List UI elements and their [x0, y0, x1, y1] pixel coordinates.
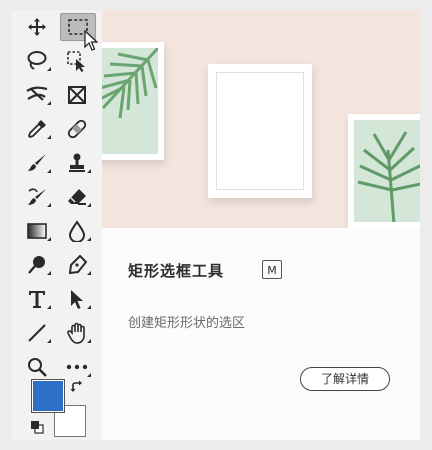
crop-tool[interactable] — [20, 81, 54, 109]
magnifier-icon — [28, 358, 47, 377]
flyout-indicator-icon — [47, 67, 51, 71]
stamp-icon — [69, 153, 85, 172]
frame-icon — [68, 86, 86, 104]
history-brush-tool[interactable] — [20, 183, 54, 211]
flyout-indicator-icon — [87, 373, 91, 377]
object-selection-icon — [67, 51, 85, 72]
dodge-icon — [28, 256, 45, 274]
flyout-indicator-icon — [47, 135, 51, 139]
eraser-icon — [68, 189, 86, 205]
clone-stamp-tool[interactable] — [60, 149, 94, 177]
tooltip-tool-name: 矩形选框工具 — [128, 262, 225, 280]
palm-leaf-icon — [102, 48, 158, 119]
type-tool[interactable] — [20, 285, 54, 313]
color-swatches — [26, 380, 96, 442]
swap-colors-icon[interactable] — [70, 380, 84, 394]
flyout-indicator-icon — [87, 305, 91, 309]
lasso-tool[interactable] — [20, 47, 54, 75]
move-icon — [28, 18, 46, 36]
eraser-tool[interactable] — [60, 183, 94, 211]
arrow-icon — [71, 290, 83, 309]
hand-icon — [67, 322, 85, 344]
flyout-indicator-icon — [87, 169, 91, 173]
tool-illustration — [102, 10, 420, 228]
eyedropper-icon — [27, 120, 46, 139]
pen-tool[interactable] — [60, 251, 94, 279]
flyout-indicator-icon — [47, 203, 51, 207]
foreground-color-swatch[interactable] — [32, 380, 64, 412]
flyout-indicator-icon — [47, 169, 51, 173]
flyout-indicator-icon — [47, 101, 51, 105]
eyedropper-tool[interactable] — [20, 115, 54, 143]
flyout-indicator-icon — [87, 339, 91, 343]
move-tool[interactable] — [20, 13, 54, 41]
type-icon — [29, 291, 45, 308]
brush-tool[interactable] — [20, 149, 54, 177]
line-icon — [28, 324, 46, 342]
picture-frame-right — [348, 114, 420, 228]
learn-more-button[interactable]: 了解详情 — [300, 367, 390, 391]
crop-icon — [26, 86, 48, 101]
brush-icon — [28, 154, 46, 171]
healing-brush-tool[interactable] — [60, 115, 94, 143]
default-colors-icon[interactable] — [30, 420, 44, 434]
lasso-icon — [27, 51, 47, 70]
flyout-indicator-icon — [47, 271, 51, 275]
history-brush-icon — [28, 188, 46, 205]
gradient-tool[interactable] — [20, 217, 54, 245]
hand-tool[interactable] — [60, 319, 94, 347]
blur-tool[interactable] — [60, 217, 94, 245]
more-tools-button[interactable] — [60, 353, 94, 381]
picture-frame-center — [208, 64, 312, 198]
frame-tool[interactable] — [60, 81, 94, 109]
mouse-cursor-icon — [84, 30, 98, 51]
picture-frame-left — [102, 42, 164, 160]
gradient-icon — [27, 223, 47, 239]
dodge-tool[interactable] — [20, 251, 54, 279]
flyout-indicator-icon — [87, 271, 91, 275]
line-tool[interactable] — [20, 319, 54, 347]
drop-icon — [68, 220, 86, 242]
flyout-indicator-icon — [87, 203, 91, 207]
flyout-indicator-icon — [87, 237, 91, 241]
tooltip-description: 创建矩形形状的选区 — [128, 316, 246, 331]
bandage-icon — [67, 119, 87, 139]
zoom-tool[interactable] — [20, 353, 54, 381]
ellipsis-icon — [66, 364, 88, 370]
path-selection-tool[interactable] — [60, 285, 94, 313]
palm-leaf-icon — [357, 131, 420, 222]
flyout-indicator-icon — [47, 237, 51, 241]
tools-panel — [12, 10, 102, 440]
tooltip-shortcut-key: M — [262, 260, 282, 279]
pen-icon — [68, 254, 88, 275]
flyout-indicator-icon — [47, 339, 51, 343]
flyout-indicator-icon — [47, 305, 51, 309]
